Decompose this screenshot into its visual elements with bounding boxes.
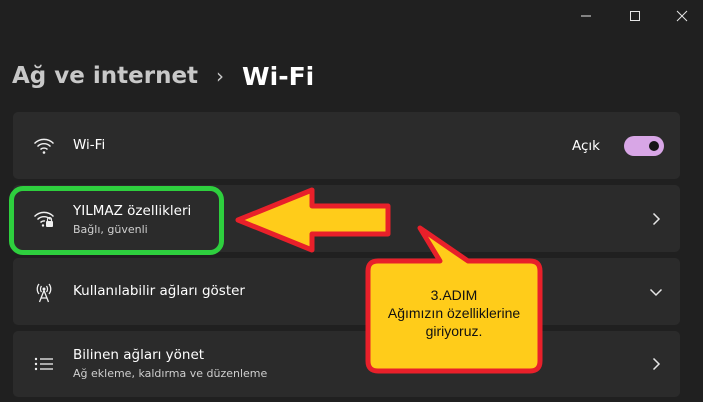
annotation-step: 3.ADIM	[430, 287, 478, 303]
annotation-callout	[365, 225, 543, 374]
annotation-text: 3.ADIM Ağımızın özelliklerine giriyoruz.	[370, 286, 538, 340]
annotation-line2: giriyoruz.	[425, 323, 483, 339]
annotation-line1: Ağımızın özelliklerine	[387, 305, 521, 321]
